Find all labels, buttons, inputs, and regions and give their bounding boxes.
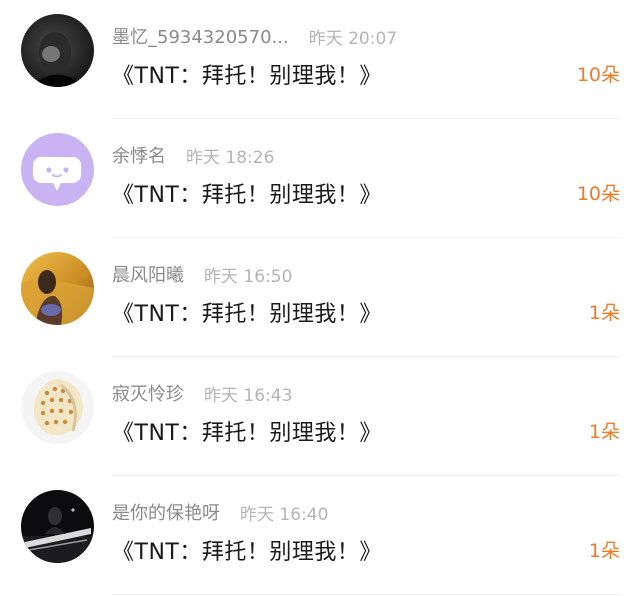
avatar[interactable] [21, 252, 94, 325]
chat-bubble-icon [21, 133, 94, 206]
dark-photo-avatar-icon [21, 14, 94, 87]
list-item[interactable]: 是你的保艳呀 昨天 16:40 《TNT：拜托！别理我！》 1朵 [0, 476, 640, 595]
timestamp: 昨天 18:26 [186, 147, 275, 168]
gift-record-list: 墨忆_5934320570... 昨天 20:07 《TNT：拜托！别理我！》 … [0, 0, 640, 596]
avatar[interactable] [21, 133, 94, 206]
avatar[interactable] [21, 14, 94, 87]
timestamp: 昨天 16:40 [240, 504, 329, 525]
item-meta: 余悸名 昨天 18:26 [112, 141, 274, 169]
avatar[interactable] [21, 490, 94, 563]
flower-count: 10朵 [576, 183, 620, 205]
list-item[interactable]: 墨忆_5934320570... 昨天 20:07 《TNT：拜托！别理我！》 … [0, 0, 640, 119]
gift-title: 《TNT：拜托！别理我！》 [112, 183, 382, 208]
username[interactable]: 余悸名 [112, 142, 166, 168]
night-scene-photo-icon [21, 490, 94, 563]
avatar[interactable] [21, 371, 94, 444]
username[interactable]: 墨忆_5934320570... [112, 23, 289, 49]
username[interactable]: 晨风阳曦 [112, 261, 184, 287]
wheat-field-photo-icon [21, 252, 94, 325]
item-meta: 晨风阳曦 昨天 16:50 [112, 260, 292, 288]
item-meta: 是你的保艳呀 昨天 16:40 [112, 498, 328, 526]
timestamp: 昨天 20:07 [308, 28, 398, 49]
divider [112, 594, 620, 595]
list-item[interactable]: 余悸名 昨天 18:26 《TNT：拜托！别理我！》 10朵 [0, 119, 640, 238]
gift-title: 《TNT：拜托！别理我！》 [112, 302, 382, 327]
username[interactable]: 寂灭怜珍 [112, 380, 184, 406]
flower-count: 1朵 [588, 540, 620, 562]
list-item[interactable]: 寂灭怜珍 昨天 16:43 《TNT：拜托！别理我！》 1朵 [0, 357, 640, 476]
flower-count: 1朵 [588, 421, 620, 443]
seashell-photo-icon [21, 371, 94, 444]
gift-title: 《TNT：拜托！别理我！》 [112, 540, 382, 565]
flower-count: 1朵 [588, 302, 620, 324]
flower-count: 10朵 [576, 64, 620, 86]
item-meta: 寂灭怜珍 昨天 16:43 [112, 379, 292, 407]
timestamp: 昨天 16:50 [204, 266, 293, 287]
gift-title: 《TNT：拜托！别理我！》 [112, 421, 382, 446]
timestamp: 昨天 16:43 [204, 385, 293, 406]
list-item[interactable]: 晨风阳曦 昨天 16:50 《TNT：拜托！别理我！》 1朵 [0, 238, 640, 357]
gift-title: 《TNT：拜托！别理我！》 [112, 64, 382, 89]
username[interactable]: 是你的保艳呀 [112, 499, 220, 525]
item-meta: 墨忆_5934320570... 昨天 20:07 [112, 22, 397, 50]
